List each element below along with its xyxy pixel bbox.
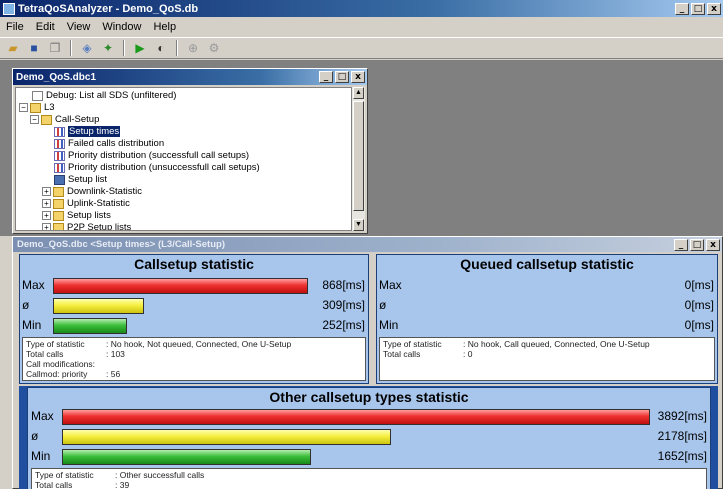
other-min-value: 1652[ms] — [657, 449, 707, 463]
queued-min-value: 0[ms] — [684, 318, 714, 332]
other-max-label: Max — [31, 409, 54, 423]
folder-icon — [30, 102, 41, 113]
stat-close-button[interactable]: x — [706, 238, 720, 251]
scroll-up-icon[interactable]: ▲ — [353, 87, 364, 99]
menu-bar: File Edit View Window Help — [0, 17, 723, 36]
queued-info: Type of statistic: No hook, Call queued,… — [379, 337, 715, 381]
setup-times-window: Demo_QoS.dbc <Setup times> (L3/Call-Setu… — [12, 236, 723, 489]
collapse-call-setup-icon[interactable]: − — [30, 115, 39, 124]
tree-restore-button[interactable]: □ — [335, 71, 349, 83]
save-icon[interactable]: ■ — [25, 39, 43, 57]
open-folder-icon[interactable]: ▰ — [4, 39, 22, 57]
queued-title: Queued callsetup statistic — [460, 256, 634, 272]
navigation-tree: Debug: List all SDS (unfiltered) − L3 − … — [15, 87, 353, 231]
folder-icon — [41, 114, 52, 125]
close-button[interactable]: x — [707, 2, 721, 15]
queued-max-label: Max — [379, 278, 402, 292]
stop-icon[interactable]: ◐ — [152, 39, 170, 57]
queued-min-label: Min — [379, 318, 399, 332]
zoom-in-icon[interactable]: ⊕ — [184, 39, 202, 57]
chart-icon — [54, 162, 65, 173]
callsetup-panel: Callsetup statistic Max 868[ms] ø 309[ms… — [19, 254, 369, 384]
doc-icon — [32, 90, 43, 101]
callsetup-max-value: 868[ms] — [322, 278, 365, 292]
expand-icon[interactable]: + — [42, 199, 51, 208]
other-avg-bar — [62, 429, 391, 445]
app-icon — [3, 2, 15, 15]
callsetup-avg-value: 309[ms] — [322, 298, 365, 312]
other-avg-value: 2178[ms] — [657, 429, 707, 443]
collapse-l3-icon[interactable]: − — [19, 103, 28, 112]
callsetup-min-label: Min — [22, 318, 42, 332]
folder-icon — [53, 222, 64, 230]
scroll-down-icon[interactable]: ▼ — [353, 219, 364, 231]
callsetup-avg-label: ø — [22, 298, 30, 312]
queued-max-value: 0[ms] — [684, 278, 714, 292]
other-panel: Other callsetup types statistic Max 3892… — [27, 387, 711, 489]
menu-window[interactable]: Window — [96, 21, 147, 33]
application-window: TetraQoSAnalyzer - Demo_QoS.db _ □ x Fil… — [0, 0, 723, 489]
minimize-button[interactable]: _ — [675, 2, 689, 15]
chart-icon — [54, 138, 65, 149]
toolbar: ▰ ■ ❐ ◈ ✦ ▶ ◐ ⊕ ⚙ — [0, 37, 723, 59]
callsetup-max-bar — [53, 278, 308, 294]
play-icon[interactable]: ▶ — [131, 39, 149, 57]
other-info: Type of statistic: Other successfull cal… — [31, 468, 707, 489]
menu-edit[interactable]: Edit — [30, 21, 61, 33]
menu-view[interactable]: View — [61, 21, 97, 33]
queued-avg-label: ø — [379, 298, 387, 312]
callsetup-min-bar — [53, 318, 127, 334]
add-icon[interactable]: ✦ — [99, 39, 117, 57]
other-title: Other callsetup types statistic — [269, 389, 469, 405]
callsetup-title: Callsetup statistic — [134, 256, 254, 272]
stat-window-title-bar: Demo_QoS.dbc <Setup times> (L3/Call-Setu… — [13, 237, 722, 252]
list-icon — [54, 174, 65, 185]
tree-window-title-bar: Demo_QoS.dbc1 _ □ x — [13, 69, 367, 85]
folder-icon — [53, 210, 64, 221]
queued-avg-value: 0[ms] — [684, 298, 714, 312]
scroll-thumb[interactable] — [353, 101, 364, 211]
other-max-value: 3892[ms] — [657, 409, 707, 423]
other-min-label: Min — [31, 449, 51, 463]
expand-icon[interactable]: + — [42, 187, 51, 196]
callsetup-avg-bar — [53, 298, 144, 314]
window-title: TetraQoSAnalyzer - Demo_QoS.db — [18, 2, 199, 15]
stat-window-title: Demo_QoS.dbc <Setup times> (L3/Call-Setu… — [17, 239, 225, 250]
copy-icon[interactable]: ❐ — [46, 39, 64, 57]
restore-button[interactable]: □ — [691, 2, 705, 15]
tree-item-p2p-setup-lists[interactable]: + P2P Setup lists — [42, 221, 131, 230]
queued-panel: Queued callsetup statistic Max 0[ms] ø 0… — [376, 254, 718, 384]
expand-icon[interactable]: + — [42, 223, 51, 230]
tree-close-button[interactable]: x — [351, 71, 365, 83]
settings-icon[interactable]: ⚙ — [205, 39, 223, 57]
stat-restore-button[interactable]: □ — [690, 238, 704, 251]
other-max-bar — [62, 409, 650, 425]
chart-icon — [54, 150, 65, 161]
other-min-bar — [62, 449, 311, 465]
tree-minimize-button[interactable]: _ — [319, 71, 333, 83]
stat-minimize-button[interactable]: _ — [674, 238, 688, 251]
callsetup-min-value: 252[ms] — [322, 318, 365, 332]
expand-icon[interactable]: + — [42, 211, 51, 220]
tree-scrollbar[interactable]: ▲ ▼ — [351, 87, 365, 231]
callsetup-max-label: Max — [22, 278, 45, 292]
menu-help[interactable]: Help — [147, 21, 182, 33]
folder-icon — [53, 198, 64, 209]
callsetup-info: Type of statistic: No hook, Not queued, … — [22, 337, 366, 381]
folder-icon — [53, 186, 64, 197]
filter-icon[interactable]: ◈ — [78, 39, 96, 57]
other-avg-label: ø — [31, 429, 39, 443]
tree-window-title: Demo_QoS.dbc1 — [16, 71, 97, 83]
chart-icon — [54, 126, 65, 137]
menu-file[interactable]: File — [0, 21, 30, 33]
tree-window: Demo_QoS.dbc1 _ □ x Debug: List all SDS … — [12, 68, 368, 234]
title-bar: TetraQoSAnalyzer - Demo_QoS.db _ □ x — [0, 0, 723, 17]
